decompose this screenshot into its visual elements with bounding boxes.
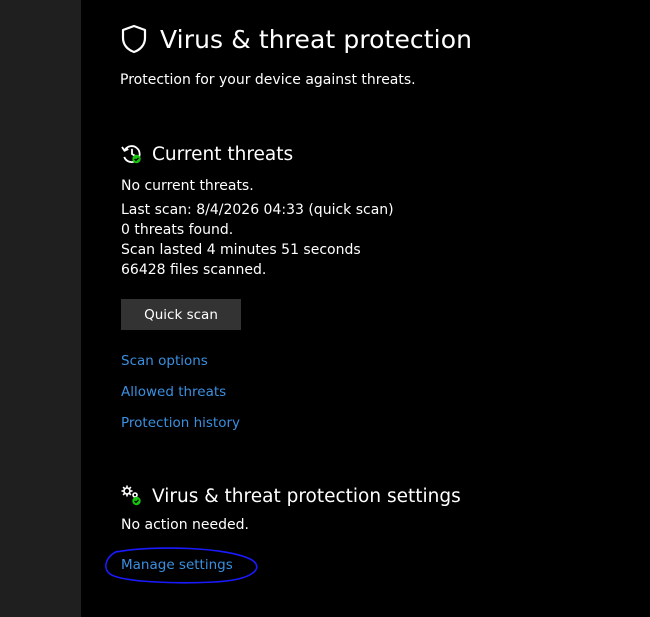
scan-duration-text: Scan lasted 4 minutes 51 seconds xyxy=(121,242,361,258)
scan-details: Last scan: 8/4/2026 04:33 (quick scan) 0… xyxy=(121,200,394,280)
gears-check-icon xyxy=(120,484,144,508)
settings-header: Virus & threat protection settings xyxy=(120,484,461,508)
protection-history-link[interactable]: Protection history xyxy=(121,415,240,431)
threats-found-text: 0 threats found. xyxy=(121,222,234,238)
navigation-rail xyxy=(0,0,81,617)
current-threats-header: Current threats xyxy=(120,142,293,166)
window: Virus & threat protection Protection for… xyxy=(0,0,650,617)
scan-options-link[interactable]: Scan options xyxy=(121,353,208,369)
manage-settings-link[interactable]: Manage settings xyxy=(121,557,233,573)
settings-status: No action needed. xyxy=(121,517,249,533)
page-header: Virus & threat protection xyxy=(120,24,472,54)
settings-title: Virus & threat protection settings xyxy=(152,485,461,507)
page-title: Virus & threat protection xyxy=(160,24,473,54)
files-scanned-text: 66428 files scanned. xyxy=(121,262,267,278)
page-subtitle: Protection for your device against threa… xyxy=(120,72,416,88)
quick-scan-button[interactable]: Quick scan xyxy=(121,299,241,330)
last-scan-text: Last scan: 8/4/2026 04:33 (quick scan) xyxy=(121,202,394,218)
current-threats-title: Current threats xyxy=(152,143,294,165)
shield-icon xyxy=(120,24,148,54)
history-clock-check-icon xyxy=(120,142,144,166)
allowed-threats-link[interactable]: Allowed threats xyxy=(121,384,226,400)
current-threats-status: No current threats. xyxy=(121,178,254,194)
